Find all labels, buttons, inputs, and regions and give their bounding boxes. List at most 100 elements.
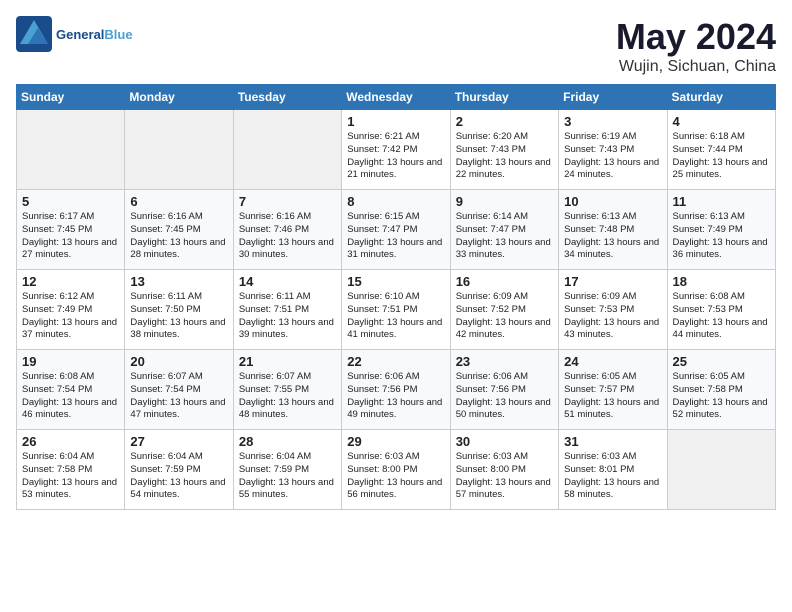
calendar-title: May 2024 — [616, 16, 776, 58]
calendar-cell — [667, 430, 775, 510]
logo-icon — [16, 16, 52, 52]
day-info: Sunrise: 6:05 AM Sunset: 7:58 PM Dayligh… — [673, 371, 770, 422]
calendar-cell: 21 Sunrise: 6:07 AM Sunset: 7:55 PM Dayli… — [233, 350, 341, 430]
calendar-cell: 27 Sunrise: 6:04 AM Sunset: 7:59 PM Dayli… — [125, 430, 233, 510]
calendar-cell: 14 Sunrise: 6:11 AM Sunset: 7:51 PM Dayli… — [233, 270, 341, 350]
calendar-cell: 15 Sunrise: 6:10 AM Sunset: 7:51 PM Dayli… — [342, 270, 450, 350]
weekday-header: Sunday — [17, 85, 125, 110]
day-number: 8 — [347, 194, 444, 209]
day-info: Sunrise: 6:09 AM Sunset: 7:53 PM Dayligh… — [564, 291, 661, 342]
calendar-cell: 1 Sunrise: 6:21 AM Sunset: 7:42 PM Daylig… — [342, 110, 450, 190]
day-info: Sunrise: 6:06 AM Sunset: 7:56 PM Dayligh… — [347, 371, 444, 422]
calendar-cell: 4Sunrise: 6:18 AM Sunset: 7:44 PM Daylig… — [667, 110, 775, 190]
calendar-cell: 6 Sunrise: 6:16 AM Sunset: 7:45 PM Daylig… — [125, 190, 233, 270]
day-number: 6 — [130, 194, 227, 209]
day-info: Sunrise: 6:13 AM Sunset: 7:49 PM Dayligh… — [673, 211, 770, 262]
day-info: Sunrise: 6:08 AM Sunset: 7:54 PM Dayligh… — [22, 371, 119, 422]
calendar-cell: 25 Sunrise: 6:05 AM Sunset: 7:58 PM Dayli… — [667, 350, 775, 430]
day-number: 3 — [564, 114, 661, 129]
calendar-cell: 20Sunrise: 6:07 AM Sunset: 7:54 PM Dayli… — [125, 350, 233, 430]
day-info: Sunrise: 6:03 AM Sunset: 8:00 PM Dayligh… — [456, 451, 553, 502]
calendar-cell: 12 Sunrise: 6:12 AM Sunset: 7:49 PM Dayli… — [17, 270, 125, 350]
calendar-cell: 23Sunrise: 6:06 AM Sunset: 7:56 PM Dayli… — [450, 350, 558, 430]
day-info: Sunrise: 6:11 AM Sunset: 7:51 PM Dayligh… — [239, 291, 336, 342]
day-number: 12 — [22, 274, 119, 289]
calendar-header: GeneralBlue May 2024 Wujin, Sichuan, Chi… — [16, 16, 776, 76]
day-number: 24 — [564, 354, 661, 369]
calendar-cell: 31 Sunrise: 6:03 AM Sunset: 8:01 PM Dayli… — [559, 430, 667, 510]
calendar-week-row: 19Sunrise: 6:08 AM Sunset: 7:54 PM Dayli… — [17, 350, 776, 430]
weekday-header: Wednesday — [342, 85, 450, 110]
day-number: 23 — [456, 354, 553, 369]
calendar-cell: 7 Sunrise: 6:16 AM Sunset: 7:46 PM Daylig… — [233, 190, 341, 270]
calendar-cell: 24 Sunrise: 6:05 AM Sunset: 7:57 PM Dayli… — [559, 350, 667, 430]
day-info: Sunrise: 6:04 AM Sunset: 7:58 PM Dayligh… — [22, 451, 119, 502]
day-info: Sunrise: 6:08 AM Sunset: 7:53 PM Dayligh… — [673, 291, 770, 342]
calendar-cell: 11 Sunrise: 6:13 AM Sunset: 7:49 PM Dayli… — [667, 190, 775, 270]
day-number: 18 — [673, 274, 770, 289]
calendar-cell: 2 Sunrise: 6:20 AM Sunset: 7:43 PM Daylig… — [450, 110, 558, 190]
calendar-cell: 16 Sunrise: 6:09 AM Sunset: 7:52 PM Dayli… — [450, 270, 558, 350]
day-number: 31 — [564, 434, 661, 449]
calendar-cell: 13 Sunrise: 6:11 AM Sunset: 7:50 PM Dayli… — [125, 270, 233, 350]
day-number: 27 — [130, 434, 227, 449]
day-number: 11 — [673, 194, 770, 209]
day-number: 29 — [347, 434, 444, 449]
day-number: 15 — [347, 274, 444, 289]
title-area: May 2024 Wujin, Sichuan, China — [616, 16, 776, 76]
logo-line1: GeneralBlue — [56, 27, 133, 42]
day-number: 28 — [239, 434, 336, 449]
calendar-cell: 5 Sunrise: 6:17 AM Sunset: 7:45 PM Daylig… — [17, 190, 125, 270]
day-number: 21 — [239, 354, 336, 369]
day-number: 14 — [239, 274, 336, 289]
calendar-cell: 19Sunrise: 6:08 AM Sunset: 7:54 PM Dayli… — [17, 350, 125, 430]
day-number: 22 — [347, 354, 444, 369]
day-info: Sunrise: 6:09 AM Sunset: 7:52 PM Dayligh… — [456, 291, 553, 342]
day-number: 9 — [456, 194, 553, 209]
day-info: Sunrise: 6:20 AM Sunset: 7:43 PM Dayligh… — [456, 131, 553, 182]
day-info: Sunrise: 6:07 AM Sunset: 7:55 PM Dayligh… — [239, 371, 336, 422]
calendar-subtitle: Wujin, Sichuan, China — [616, 58, 776, 76]
day-info: Sunrise: 6:17 AM Sunset: 7:45 PM Dayligh… — [22, 211, 119, 262]
day-number: 25 — [673, 354, 770, 369]
day-info: Sunrise: 6:19 AM Sunset: 7:43 PM Dayligh… — [564, 131, 661, 182]
day-info: Sunrise: 6:15 AM Sunset: 7:47 PM Dayligh… — [347, 211, 444, 262]
day-number: 2 — [456, 114, 553, 129]
day-info: Sunrise: 6:10 AM Sunset: 7:51 PM Dayligh… — [347, 291, 444, 342]
day-number: 30 — [456, 434, 553, 449]
calendar-cell: 9 Sunrise: 6:14 AM Sunset: 7:47 PM Daylig… — [450, 190, 558, 270]
calendar-week-row: 1 Sunrise: 6:21 AM Sunset: 7:42 PM Daylig… — [17, 110, 776, 190]
calendar-week-row: 5 Sunrise: 6:17 AM Sunset: 7:45 PM Daylig… — [17, 190, 776, 270]
weekday-header: Monday — [125, 85, 233, 110]
day-info: Sunrise: 6:03 AM Sunset: 8:01 PM Dayligh… — [564, 451, 661, 502]
day-info: Sunrise: 6:16 AM Sunset: 7:45 PM Dayligh… — [130, 211, 227, 262]
day-info: Sunrise: 6:05 AM Sunset: 7:57 PM Dayligh… — [564, 371, 661, 422]
day-number: 16 — [456, 274, 553, 289]
day-info: Sunrise: 6:16 AM Sunset: 7:46 PM Dayligh… — [239, 211, 336, 262]
calendar-cell: 22 Sunrise: 6:06 AM Sunset: 7:56 PM Dayli… — [342, 350, 450, 430]
day-number: 13 — [130, 274, 227, 289]
weekday-header: Saturday — [667, 85, 775, 110]
day-info: Sunrise: 6:11 AM Sunset: 7:50 PM Dayligh… — [130, 291, 227, 342]
calendar-cell: 28 Sunrise: 6:04 AM Sunset: 7:59 PM Dayli… — [233, 430, 341, 510]
day-info: Sunrise: 6:12 AM Sunset: 7:49 PM Dayligh… — [22, 291, 119, 342]
calendar-cell — [125, 110, 233, 190]
day-number: 4 — [673, 114, 770, 129]
day-info: Sunrise: 6:04 AM Sunset: 7:59 PM Dayligh… — [130, 451, 227, 502]
calendar-cell: 17Sunrise: 6:09 AM Sunset: 7:53 PM Dayli… — [559, 270, 667, 350]
day-info: Sunrise: 6:04 AM Sunset: 7:59 PM Dayligh… — [239, 451, 336, 502]
day-number: 1 — [347, 114, 444, 129]
day-number: 5 — [22, 194, 119, 209]
day-info: Sunrise: 6:21 AM Sunset: 7:42 PM Dayligh… — [347, 131, 444, 182]
calendar-cell: 3 Sunrise: 6:19 AM Sunset: 7:43 PM Daylig… — [559, 110, 667, 190]
day-info: Sunrise: 6:13 AM Sunset: 7:48 PM Dayligh… — [564, 211, 661, 262]
calendar-cell — [17, 110, 125, 190]
day-number: 7 — [239, 194, 336, 209]
weekday-header-row: SundayMondayTuesdayWednesdayThursdayFrid… — [17, 85, 776, 110]
day-info: Sunrise: 6:14 AM Sunset: 7:47 PM Dayligh… — [456, 211, 553, 262]
calendar-cell: 26Sunrise: 6:04 AM Sunset: 7:58 PM Dayli… — [17, 430, 125, 510]
calendar-cell: 8 Sunrise: 6:15 AM Sunset: 7:47 PM Daylig… — [342, 190, 450, 270]
calendar-table: SundayMondayTuesdayWednesdayThursdayFrid… — [16, 84, 776, 510]
calendar-cell: 30 Sunrise: 6:03 AM Sunset: 8:00 PM Dayli… — [450, 430, 558, 510]
day-number: 10 — [564, 194, 661, 209]
